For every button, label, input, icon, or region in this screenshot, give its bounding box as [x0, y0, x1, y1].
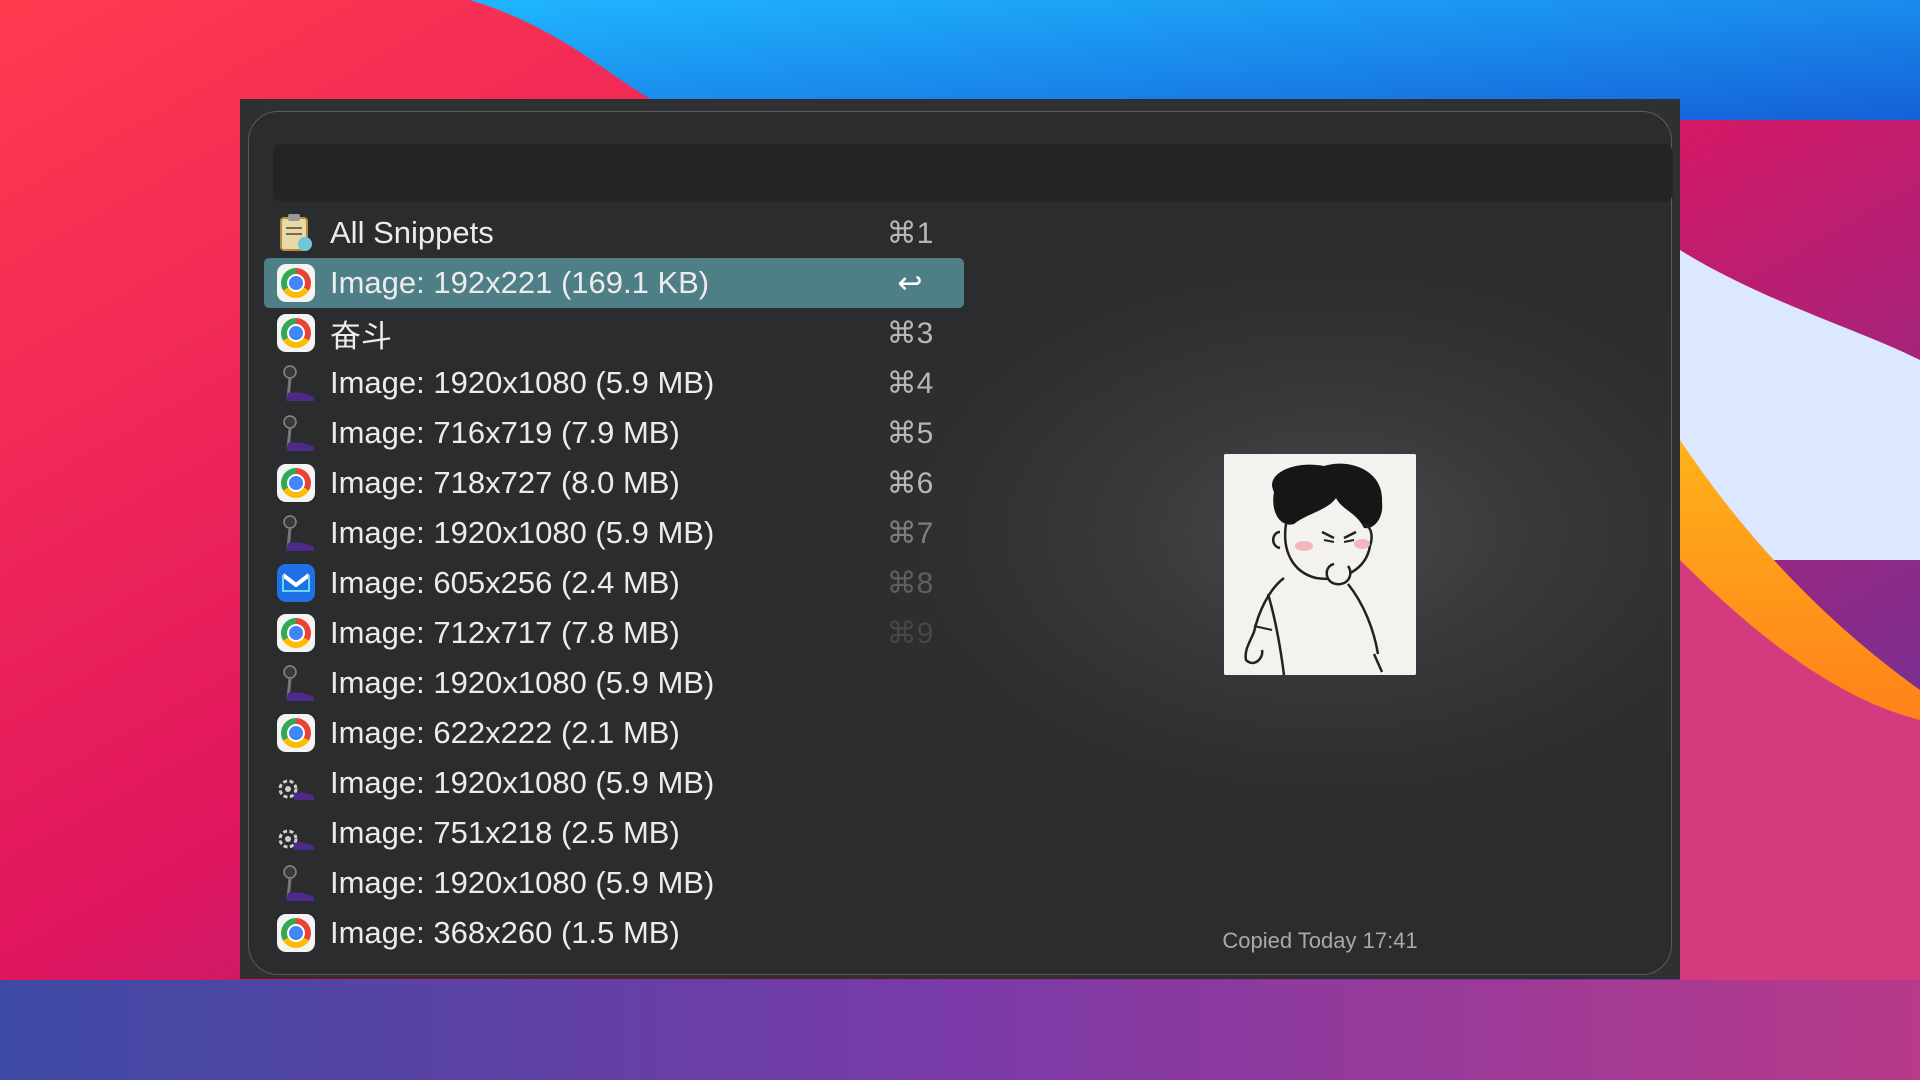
list-item-label: Image: 368x260 (1.5 MB): [330, 915, 680, 950]
chrome-icon: [276, 463, 316, 503]
list-item[interactable]: Image: 1920x1080 (5.9 MB) ⌘4: [264, 358, 964, 408]
chrome-icon: [276, 713, 316, 753]
screenshot-tool-icon: [276, 513, 316, 553]
list-item[interactable]: Image: 716x719 (7.9 MB) ⌘5: [264, 408, 964, 458]
shortcut-label: ⌘6: [886, 466, 934, 500]
return-key-icon: ↩: [897, 266, 923, 300]
clipboard-panel: All Snippets ⌘1 Image: 192x221 (169.1 KB…: [240, 99, 1680, 979]
shortcut-label: ⌘7: [886, 516, 934, 550]
shortcut-label: ⌘5: [886, 416, 934, 450]
screenshot-tool-icon: [276, 663, 316, 703]
preview-image: [1224, 454, 1416, 675]
list-item-selected[interactable]: Image: 192x221 (169.1 KB) ↩: [264, 258, 964, 308]
snippets-icon: [276, 213, 316, 253]
list-item-label: Image: 622x222 (2.1 MB): [330, 715, 680, 750]
list-item-label: Image: 716x719 (7.9 MB): [330, 415, 680, 450]
list-item[interactable]: Image: 718x727 (8.0 MB) ⌘6: [264, 458, 964, 508]
list-item-label: All Snippets: [330, 215, 494, 250]
chrome-icon: [276, 913, 316, 953]
list-item-label: Image: 1920x1080 (5.9 MB): [330, 765, 715, 800]
shortcut-label: ⌘4: [886, 366, 934, 400]
shortcut-label: ⌘9: [886, 616, 934, 650]
chrome-icon: [276, 613, 316, 653]
list-item-label: 奋斗: [330, 318, 392, 354]
mail-app-icon: [276, 563, 316, 603]
screenshot-tool-icon: [276, 363, 316, 403]
shortcut-label: ⌘8: [886, 566, 934, 600]
list-item[interactable]: Image: 712x717 (7.8 MB) ⌘9: [264, 608, 964, 658]
list-item[interactable]: Image: 1920x1080 (5.9 MB): [264, 758, 964, 808]
screenshot-tool-icon: [276, 413, 316, 453]
list-item-label: Image: 751x218 (2.5 MB): [330, 815, 680, 850]
list-item[interactable]: Image: 605x256 (2.4 MB) ⌘8: [264, 558, 964, 608]
list-item-label: Image: 718x727 (8.0 MB): [330, 465, 680, 500]
gear-tool-icon: [276, 763, 316, 803]
search-input[interactable]: [273, 144, 1673, 202]
list-item-label: Image: 712x717 (7.8 MB): [330, 615, 680, 650]
list-item[interactable]: Image: 1920x1080 (5.9 MB): [264, 858, 964, 908]
list-item[interactable]: All Snippets ⌘1: [264, 208, 964, 258]
shortcut-label: ⌘3: [886, 316, 934, 350]
chrome-icon: [276, 313, 316, 353]
list-item-label: Image: 192x221 (169.1 KB): [330, 265, 710, 300]
chrome-icon: [276, 263, 316, 303]
list-item[interactable]: Image: 368x260 (1.5 MB): [264, 908, 964, 958]
list-item[interactable]: Image: 1920x1080 (5.9 MB) ⌘7: [264, 508, 964, 558]
list-item-label: Image: 1920x1080 (5.9 MB): [330, 865, 715, 900]
list-item-label: Image: 1920x1080 (5.9 MB): [330, 365, 715, 400]
screenshot-tool-icon: [276, 863, 316, 903]
list-item-label: Image: 605x256 (2.4 MB): [330, 565, 680, 600]
gear-tool-icon: [276, 813, 316, 853]
copied-timestamp: Copied Today 17:41: [1222, 928, 1418, 953]
list-item[interactable]: Image: 751x218 (2.5 MB): [264, 808, 964, 858]
list-item[interactable]: Image: 1920x1080 (5.9 MB): [264, 658, 964, 708]
list-item[interactable]: 奋斗 ⌘3: [264, 308, 964, 358]
shortcut-label: ⌘1: [886, 216, 934, 250]
list-item-label: Image: 1920x1080 (5.9 MB): [330, 515, 715, 550]
list-item[interactable]: Image: 622x222 (2.1 MB): [264, 708, 964, 758]
list-item-label: Image: 1920x1080 (5.9 MB): [330, 665, 715, 700]
